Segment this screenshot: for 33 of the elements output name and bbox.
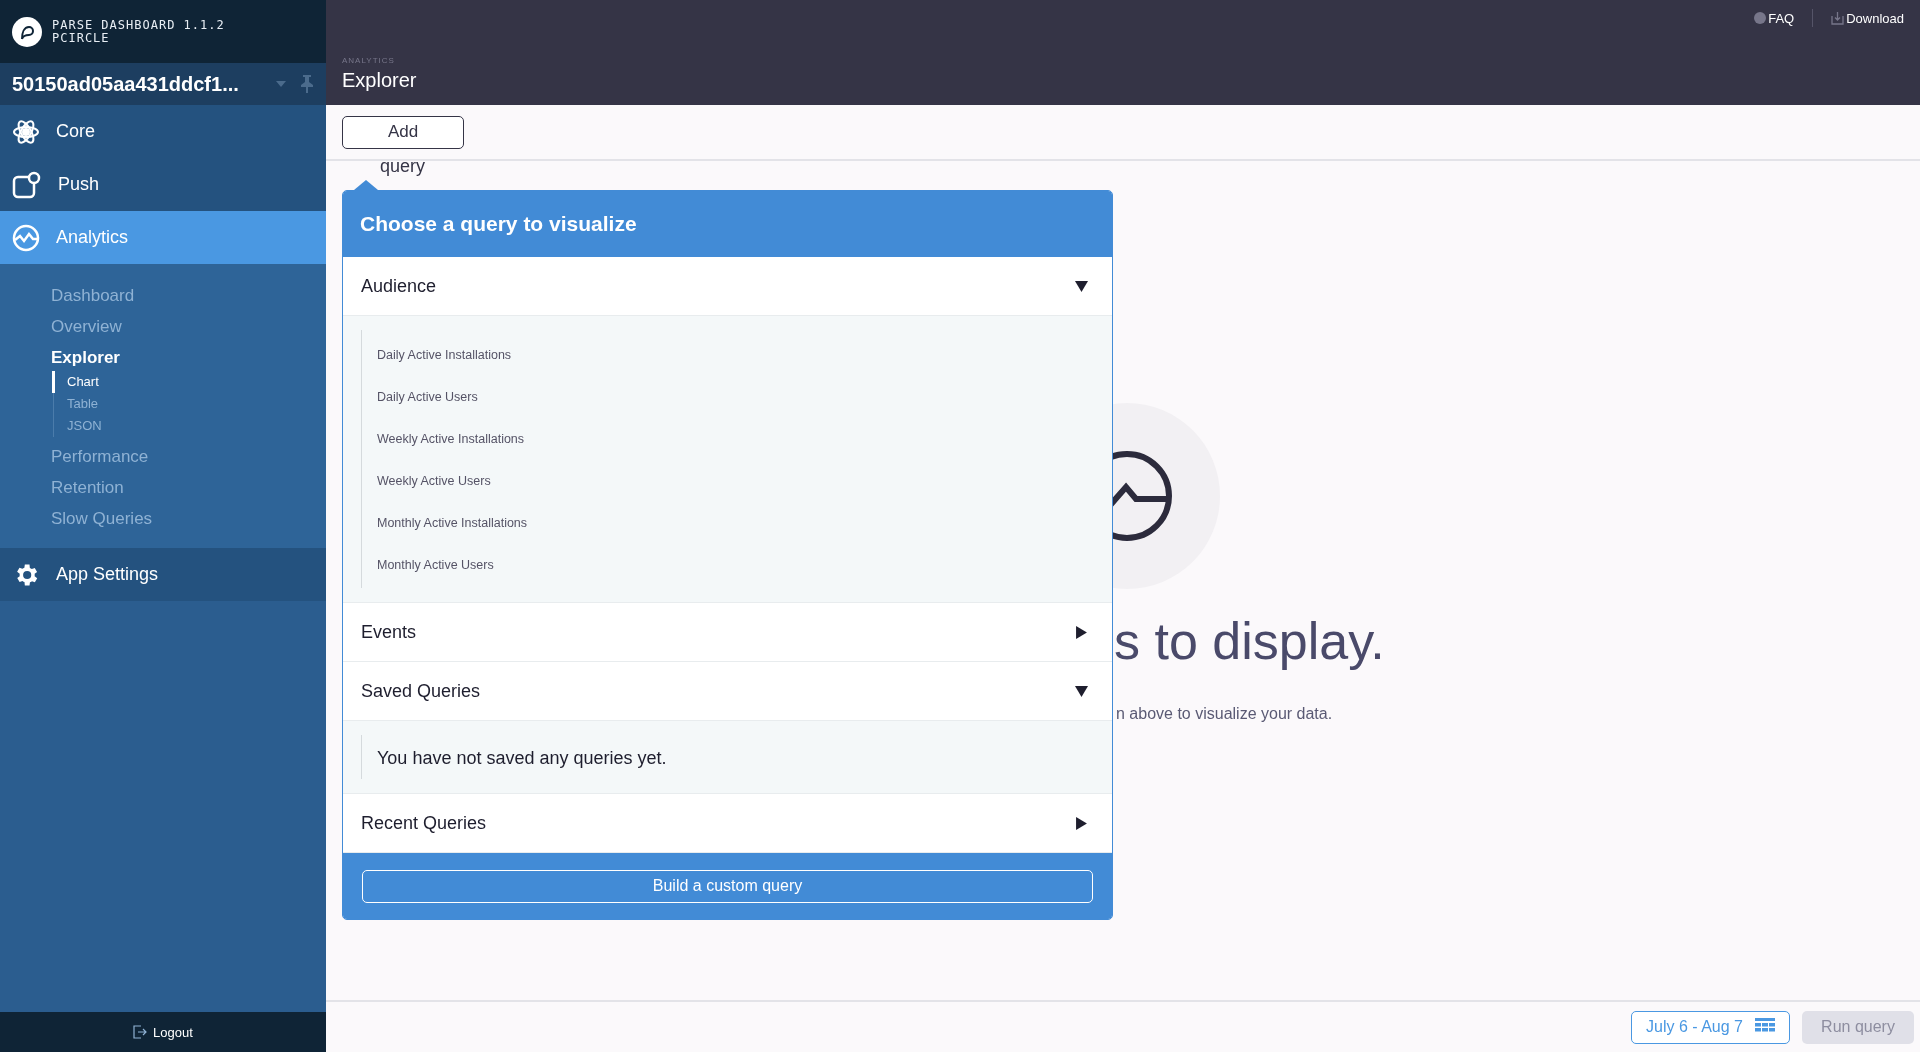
query-option[interactable]: Monthly Active Installations [377,502,1094,544]
add-button-overflow-text: query [380,156,426,177]
nav-item[interactable]: App Settings [0,548,326,601]
popover-title: Choose a query to visualize [343,191,1112,257]
pin-icon[interactable] [300,75,314,93]
query-option[interactable]: Daily Active Users [377,376,1094,418]
push-icon [12,170,42,199]
query-option[interactable]: Weekly Active Installations [377,418,1094,460]
nav-item[interactable]: Core [0,105,326,158]
brand-subtitle: PCIRCLE [52,31,111,45]
logout-icon [133,1025,148,1039]
add-query-button[interactable]: Add [342,115,464,149]
logo-icon [12,16,42,47]
atom-icon [12,117,40,146]
download-icon [1831,11,1845,25]
logout-link[interactable]: Logout [0,1012,326,1052]
faq-link[interactable]: FAQ [1754,10,1795,26]
page-title: Explorer [342,69,418,92]
dropdown-caret-icon[interactable] [276,81,286,87]
query-option[interactable]: Daily Active Installations [377,334,1094,376]
analytics-icon [12,223,40,252]
query-option[interactable]: Monthly Active Users [377,544,1094,586]
query-option[interactable]: Weekly Active Users [377,460,1094,502]
section-label: ANALYTICS [342,56,396,65]
query-group-header[interactable]: Events [343,603,1112,662]
brand-title: PARSE DASHBOARD 1.1.2 [52,18,225,32]
empty-message: You have not saved any queries yet. [377,747,668,770]
empty-state-heading: s to display. [1114,611,1385,671]
subnav-item[interactable]: Explorer [51,342,326,373]
custom-query-button[interactable]: Build a custom query [362,869,1093,903]
download-link[interactable]: Download [1831,10,1904,26]
empty-state-text: n above to visualize your data. [1116,705,1333,723]
nav-item[interactable]: Push [0,158,326,211]
